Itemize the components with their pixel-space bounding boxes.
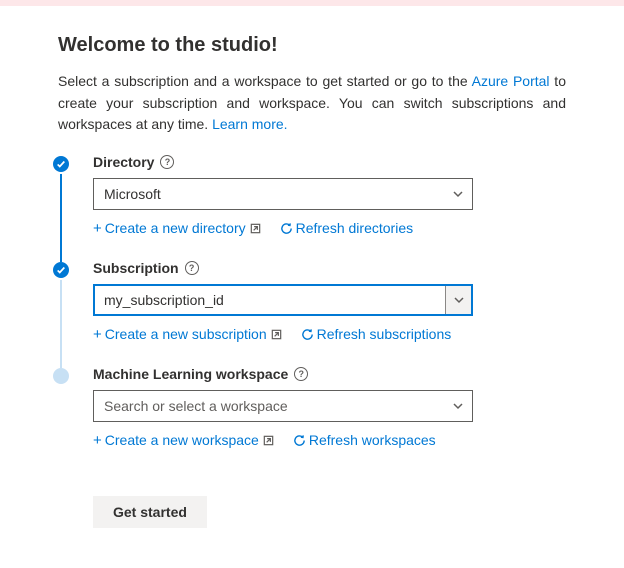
refresh-workspaces-link[interactable]: Refresh workspaces [293, 432, 436, 448]
refresh-directories-link[interactable]: Refresh directories [280, 220, 414, 236]
plus-icon: + [93, 327, 102, 342]
subscription-label: Subscription [93, 260, 179, 276]
refresh-subscriptions-link[interactable]: Refresh subscriptions [301, 326, 452, 342]
step-directory: Directory ? Microsoft + Create a new dir… [58, 154, 566, 260]
intro-text: Select a subscription and a workspace to… [58, 71, 566, 136]
workspace-actions: + Create a new workspace Refresh workspa… [93, 432, 566, 448]
info-icon[interactable]: ? [294, 367, 308, 381]
step-connector [60, 174, 62, 262]
footer: Get started [58, 496, 566, 528]
get-started-button[interactable]: Get started [93, 496, 207, 528]
external-link-icon [270, 328, 283, 341]
plus-icon: + [93, 221, 102, 236]
external-link-icon [262, 434, 275, 447]
refresh-directories-text: Refresh directories [296, 220, 414, 236]
steps-list: Directory ? Microsoft + Create a new dir… [58, 154, 566, 458]
workspace-select[interactable]: Search or select a workspace [93, 390, 473, 422]
create-subscription-text: Create a new subscription [105, 326, 267, 342]
plus-icon: + [93, 433, 102, 448]
dialog-container: Welcome to the studio! Select a subscrip… [0, 6, 624, 568]
refresh-icon [293, 434, 306, 447]
learn-more-link[interactable]: Learn more. [212, 116, 287, 132]
step-marker-pending [53, 368, 69, 384]
create-workspace-text: Create a new workspace [105, 432, 259, 448]
check-icon [56, 159, 66, 169]
step-label-row: Machine Learning workspace ? [93, 366, 566, 382]
info-icon[interactable]: ? [185, 261, 199, 275]
directory-select[interactable]: Microsoft [93, 178, 473, 210]
create-directory-link[interactable]: + Create a new directory [93, 220, 262, 236]
create-workspace-link[interactable]: + Create a new workspace [93, 432, 275, 448]
step-subscription: Subscription ? my_subscription_id + Crea… [58, 260, 566, 366]
step-marker-done [53, 262, 69, 278]
page-title: Welcome to the studio! [58, 34, 566, 57]
subscription-select[interactable]: my_subscription_id [93, 284, 473, 316]
info-icon[interactable]: ? [160, 155, 174, 169]
create-subscription-link[interactable]: + Create a new subscription [93, 326, 283, 342]
step-label-row: Subscription ? [93, 260, 566, 276]
refresh-icon [301, 328, 314, 341]
refresh-subscriptions-text: Refresh subscriptions [317, 326, 452, 342]
intro-pre: Select a subscription and a workspace to… [58, 73, 472, 89]
create-directory-text: Create a new directory [105, 220, 246, 236]
directory-label: Directory [93, 154, 154, 170]
external-link-icon [249, 222, 262, 235]
step-marker-done [53, 156, 69, 172]
subscription-select-wrap: my_subscription_id [93, 284, 473, 316]
step-label-row: Directory ? [93, 154, 566, 170]
directory-select-wrap: Microsoft [93, 178, 473, 210]
step-connector [60, 280, 62, 368]
azure-portal-link[interactable]: Azure Portal [472, 73, 550, 89]
subscription-actions: + Create a new subscription Refresh subs… [93, 326, 566, 342]
check-icon [56, 265, 66, 275]
workspace-select-wrap: Search or select a workspace [93, 390, 473, 422]
refresh-icon [280, 222, 293, 235]
workspace-label: Machine Learning workspace [93, 366, 288, 382]
directory-actions: + Create a new directory Refresh directo… [93, 220, 566, 236]
refresh-workspaces-text: Refresh workspaces [309, 432, 436, 448]
step-workspace: Machine Learning workspace ? Search or s… [58, 366, 566, 458]
